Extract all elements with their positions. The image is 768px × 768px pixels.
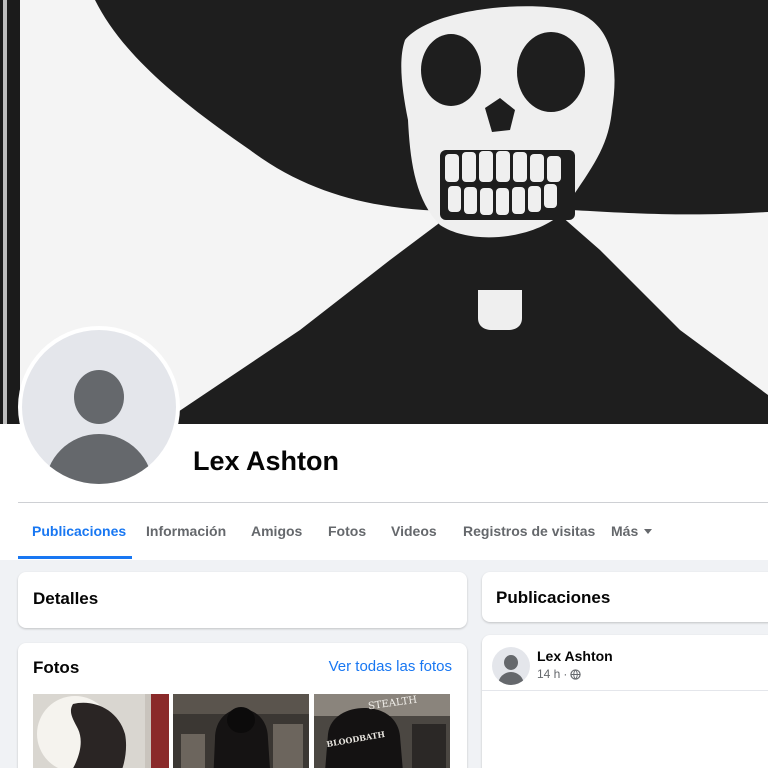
tab-mas-label: Más	[611, 523, 639, 539]
photos-title: Fotos	[33, 658, 80, 677]
photo-thumbnail-image	[33, 694, 169, 768]
posts-header-card: Publicaciones	[482, 572, 768, 622]
post-card: Lex Ashton 14 h ·	[482, 635, 768, 768]
photo-thumbnail[interactable]	[33, 694, 169, 768]
profile-name[interactable]: Lex Ashton	[193, 446, 339, 477]
tab-registros-de-visitas[interactable]: Registros de visitas	[463, 503, 595, 559]
details-title: Detalles	[33, 589, 99, 608]
globe-icon	[570, 668, 582, 680]
see-all-photos-link[interactable]: Ver todas las fotos	[329, 658, 452, 675]
photo-thumbnail-image	[173, 694, 309, 768]
chevron-down-icon	[644, 528, 653, 534]
post-timestamp[interactable]: 14 h	[537, 667, 560, 681]
post-divider	[482, 690, 768, 691]
active-tab-indicator	[18, 556, 132, 559]
post-author-name[interactable]: Lex Ashton	[537, 648, 613, 664]
tab-publicaciones[interactable]: Publicaciones	[32, 503, 126, 559]
profile-tabs: Publicaciones Información Amigos Fotos V…	[18, 503, 768, 559]
photo-thumbnail[interactable]	[173, 694, 309, 768]
posts-title: Publicaciones	[496, 588, 611, 607]
meta-separator: ·	[563, 667, 568, 681]
tab-amigos[interactable]: Amigos	[251, 503, 302, 559]
tab-videos[interactable]: Videos	[391, 503, 437, 559]
tab-fotos[interactable]: Fotos	[328, 503, 366, 559]
post-meta: 14 h ·	[537, 667, 582, 681]
profile-avatar[interactable]	[18, 326, 180, 488]
photos-card: Fotos Ver todas las fotos STEALTH BLOODB…	[18, 643, 467, 768]
tab-informacion[interactable]: Información	[146, 503, 226, 559]
tab-mas[interactable]: Más	[611, 503, 653, 559]
details-card: Detalles	[18, 572, 467, 628]
post-author-avatar[interactable]	[492, 647, 530, 685]
photo-thumbnail[interactable]: STEALTH BLOODBATH	[314, 694, 450, 768]
default-avatar-icon	[22, 330, 176, 484]
